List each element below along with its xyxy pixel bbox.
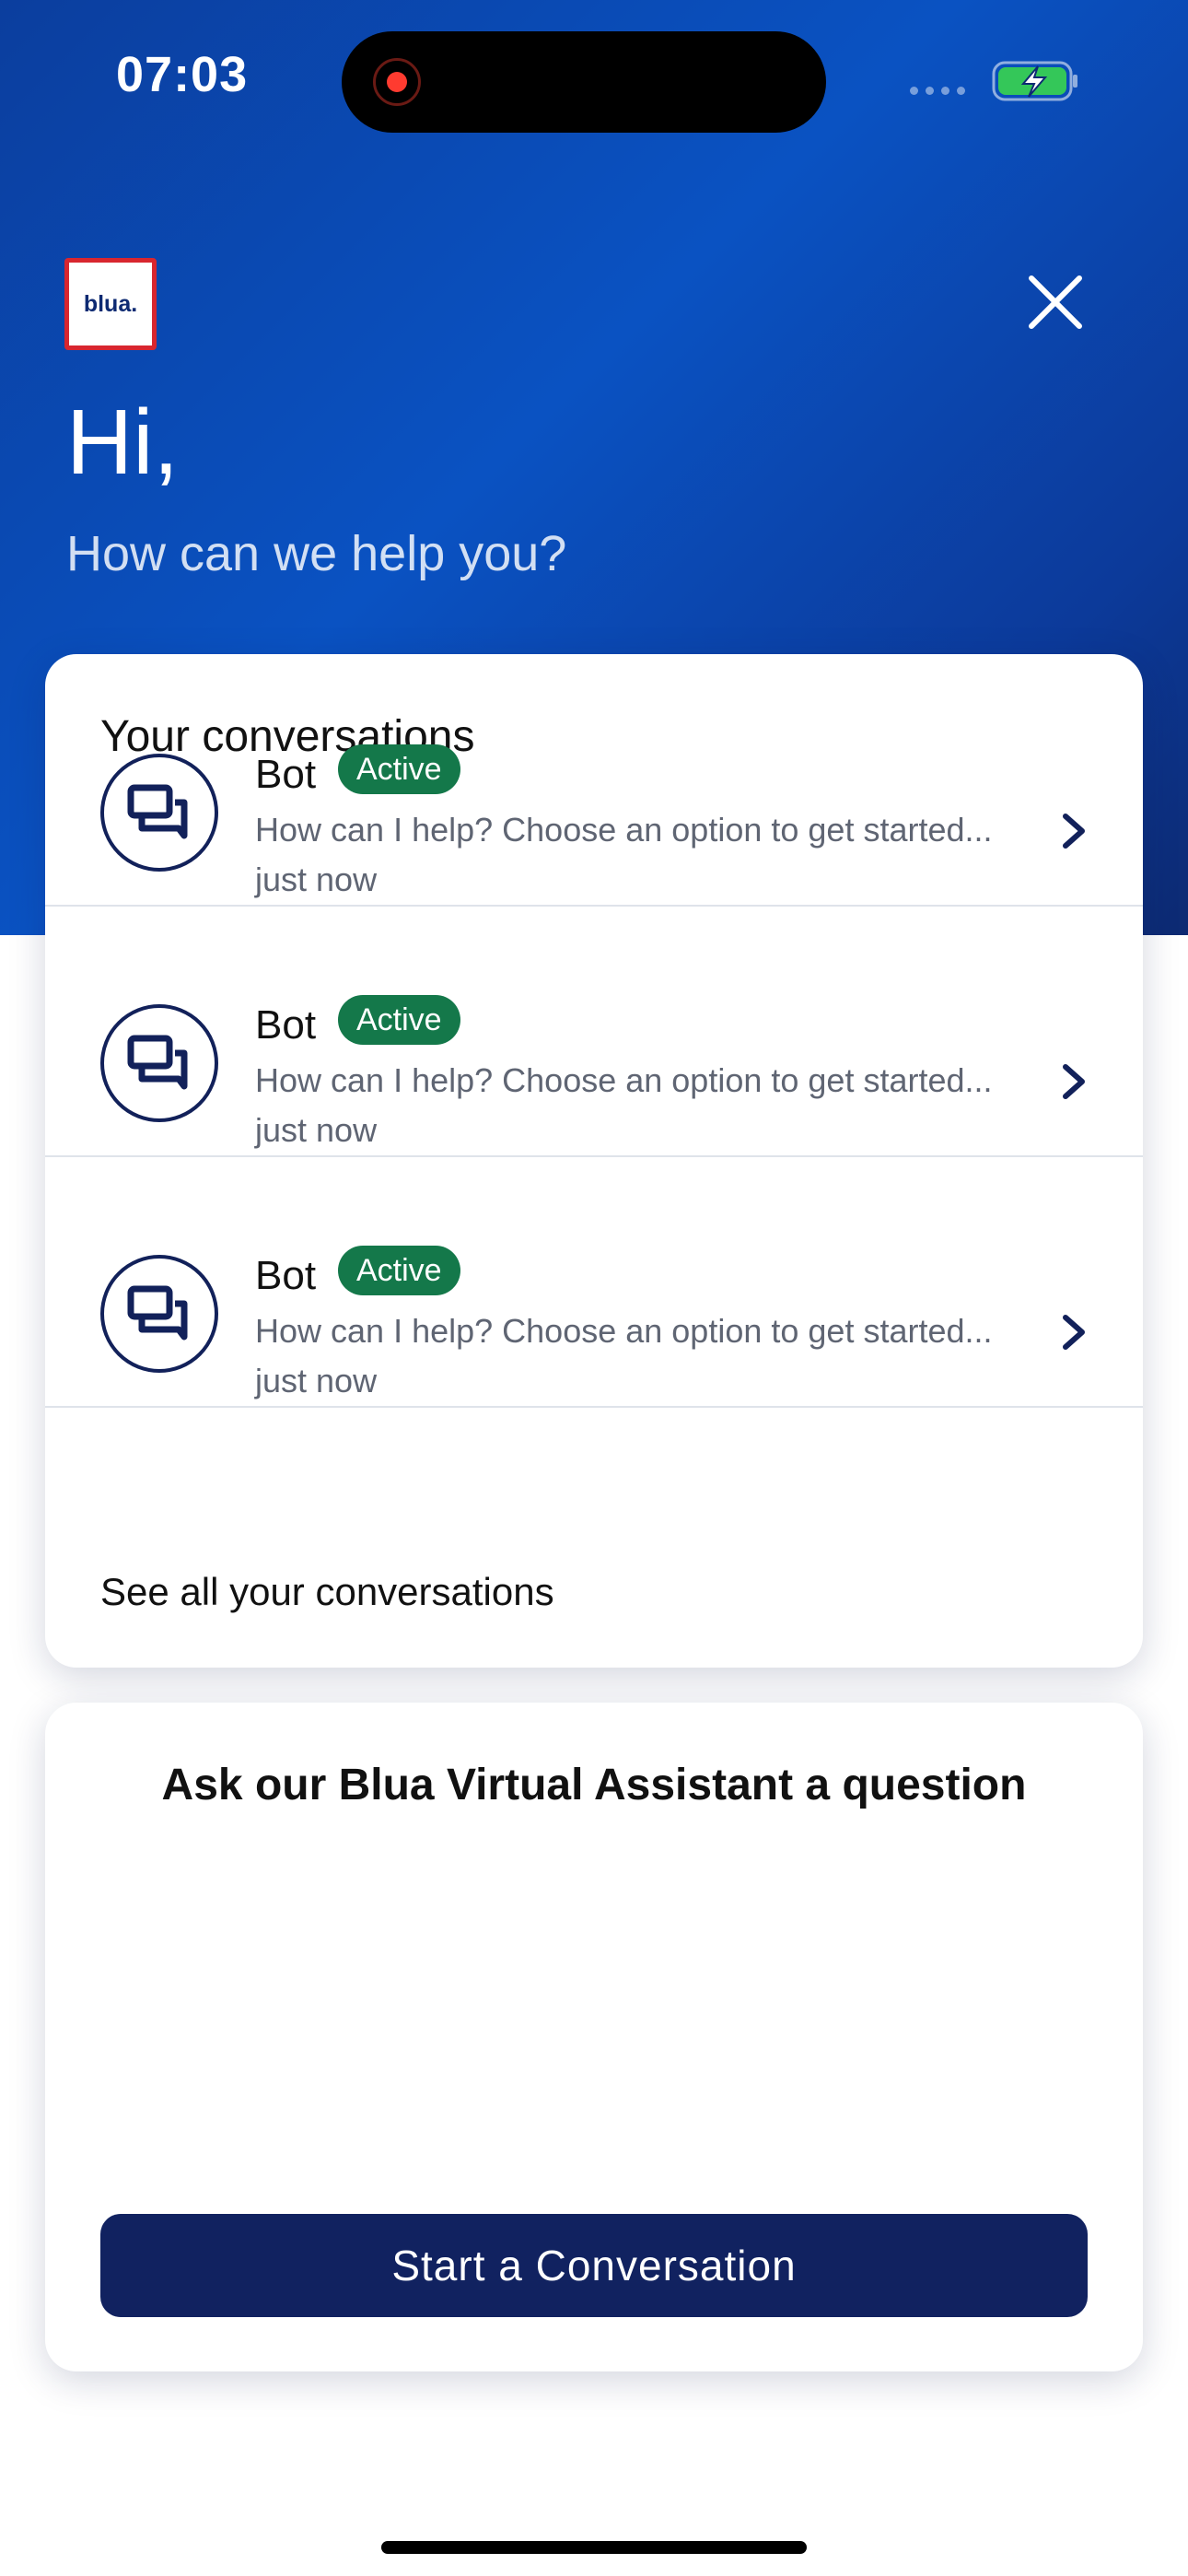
greeting-subtitle: How can we help you? — [66, 526, 567, 581]
chat-bubbles-icon — [100, 1255, 218, 1373]
conversation-preview: How can I help? Choose an option to get … — [255, 811, 993, 849]
chat-bubbles-icon — [100, 754, 218, 872]
dynamic-island — [342, 31, 826, 133]
chevron-right-icon — [1063, 1315, 1085, 1350]
close-button[interactable] — [1020, 267, 1090, 337]
conversation-item[interactable]: Bot Active How can I help? Choose an opt… — [45, 654, 1143, 907]
assistant-title: Ask our Blua Virtual Assistant a questio… — [161, 1761, 1027, 1809]
greeting: Hi, — [66, 391, 180, 494]
conversation-item[interactable]: Bot Active How can I help? Choose an opt… — [45, 1155, 1143, 1408]
conversation-preview: How can I help? Choose an option to get … — [255, 1061, 993, 1099]
conversations-card: Your conversations Bot Active How can I … — [45, 654, 1143, 1668]
chat-bubbles-icon — [100, 1004, 218, 1122]
status-badge: Active — [338, 744, 460, 794]
record-icon — [373, 58, 421, 106]
chevron-right-icon — [1063, 814, 1085, 849]
start-conversation-button[interactable]: Start a Conversation — [100, 2214, 1088, 2317]
status-badge: Active — [338, 995, 460, 1045]
signal-icon — [910, 87, 965, 95]
chevron-right-icon — [1063, 1064, 1085, 1099]
conversation-time: just now — [255, 1362, 378, 1399]
status-time: 07:03 — [116, 47, 249, 102]
conversation-preview: How can I help? Choose an option to get … — [255, 1312, 993, 1350]
conversation-name: Bot — [255, 752, 317, 797]
status-badge: Active — [338, 1246, 460, 1295]
close-icon — [1029, 275, 1082, 329]
blua-logo: blua. — [64, 258, 157, 350]
conversation-name: Bot — [255, 1253, 317, 1298]
home-indicator[interactable] — [381, 2541, 807, 2554]
battery-charging-icon — [992, 61, 1077, 101]
conversation-time: just now — [255, 1111, 378, 1149]
conversation-name: Bot — [255, 1002, 317, 1048]
conversation-time: just now — [255, 861, 378, 898]
see-all-conversations-link[interactable]: See all your conversations — [100, 1570, 554, 1614]
assistant-card: Ask our Blua Virtual Assistant a questio… — [45, 1703, 1143, 2371]
conversation-item[interactable]: Bot Active How can I help? Choose an opt… — [45, 905, 1143, 1157]
